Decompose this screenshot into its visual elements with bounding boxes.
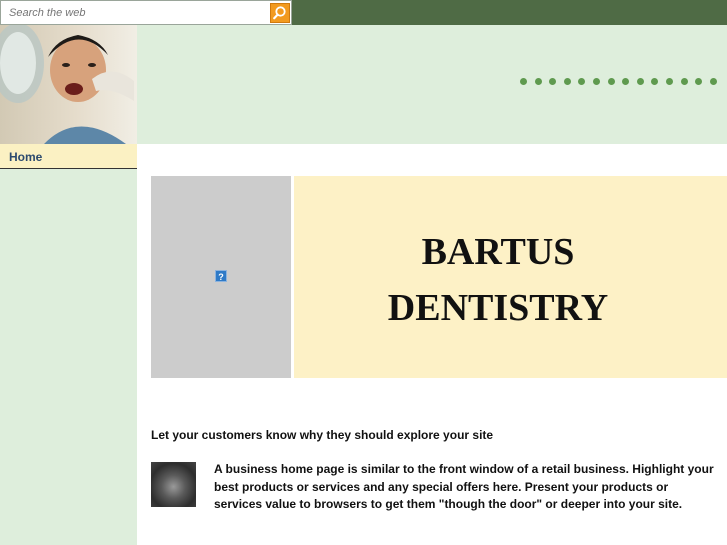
magnifier-icon [273, 6, 286, 20]
sidebar: Home [0, 144, 137, 545]
section-heading: Let your customers know why they should … [151, 428, 494, 442]
page-title: BARTUS DENTISTRY [294, 224, 702, 336]
decorative-dot-row [520, 78, 727, 90]
sidebar-item-home[interactable]: Home [0, 144, 137, 169]
sidebar-item-label: Home [9, 150, 43, 164]
title-line-1: BARTUS [421, 231, 575, 273]
search-input[interactable] [3, 3, 279, 22]
hero-title-panel: BARTUS DENTISTRY [294, 176, 727, 378]
header-photo-dental-patient [0, 25, 137, 144]
broken-image-icon: ? [215, 270, 227, 282]
body-paragraph: A business home page is similar to the f… [214, 462, 714, 511]
search-button[interactable] [270, 3, 290, 23]
thumbnail-image [151, 462, 196, 507]
search-box [0, 0, 292, 25]
title-line-2: DENTISTRY [387, 287, 609, 329]
